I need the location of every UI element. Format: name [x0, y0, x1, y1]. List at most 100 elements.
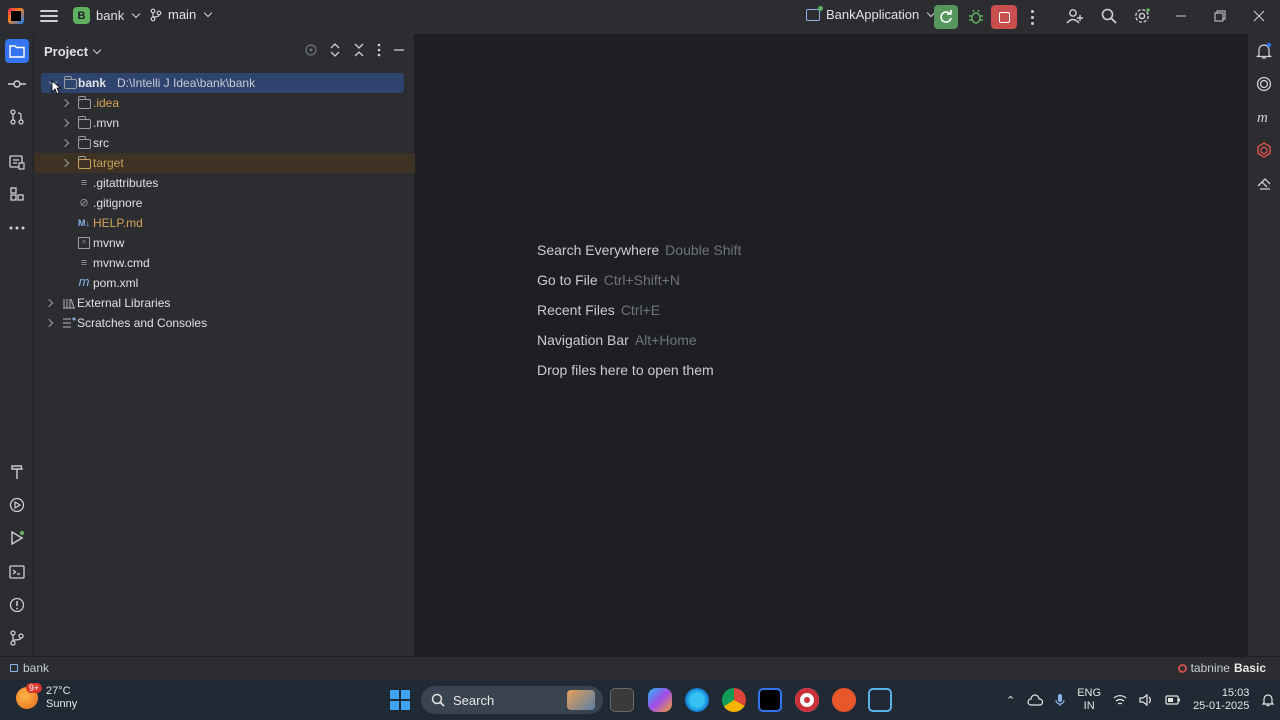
folder-icon [77, 116, 91, 129]
tree-item-mvn[interactable]: .mvn [34, 113, 415, 133]
project-switcher[interactable]: B bank [73, 7, 141, 24]
drawing-app-icon[interactable] [832, 688, 856, 712]
tree-item-pom-xml[interactable]: m pom.xml [34, 273, 415, 293]
tree-item-mvnw[interactable]: > mvnw [34, 233, 415, 253]
collapse-all-icon[interactable] [352, 43, 366, 57]
tree-item-gitattributes[interactable]: ≡ .gitattributes [34, 173, 415, 193]
tabnine-status-widget[interactable]: tabnine Basic [1177, 661, 1266, 675]
markdown-icon: M↓ [78, 218, 90, 228]
tree-item-target[interactable]: target [34, 153, 415, 173]
breadcrumb-label: bank [23, 661, 50, 675]
onedrive-cloud-icon[interactable] [1027, 694, 1044, 706]
more-actions-button[interactable] [1024, 5, 1040, 29]
rerun-button[interactable] [934, 5, 958, 29]
input-language[interactable]: ENG IN [1077, 687, 1101, 713]
project-panel-title[interactable]: Project [44, 44, 88, 59]
pull-requests-tool-button[interactable] [5, 105, 29, 129]
chrome-browser-icon[interactable] [722, 688, 746, 712]
project-tool-button[interactable] [5, 39, 29, 63]
shell-script-icon: > [78, 237, 90, 249]
weather-sun-icon: 9+ [16, 683, 43, 709]
copilot-icon[interactable] [648, 688, 672, 712]
task-view-icon[interactable] [610, 688, 634, 712]
code-with-me-button[interactable] [1066, 7, 1084, 28]
rerun-icon [940, 10, 952, 23]
chevron-right-icon[interactable] [60, 98, 70, 108]
more-tools-button[interactable] [5, 216, 29, 240]
chevron-right-icon[interactable] [60, 138, 70, 148]
branch-switcher[interactable]: main [150, 7, 213, 22]
ai-assistant-icon[interactable] [1256, 76, 1272, 92]
ignore-file-icon: ⊘ [79, 197, 89, 209]
services-tool-button[interactable] [5, 493, 29, 517]
editor-area[interactable]: Search Everywhere Double Shift Go to File… [415, 34, 1247, 656]
wifi-icon[interactable] [1113, 694, 1127, 706]
chevron-right-icon[interactable] [60, 158, 70, 168]
tree-item-gitignore[interactable]: ⊘ .gitignore [34, 193, 415, 213]
text-file-icon: ≡ [80, 257, 88, 269]
tree-item-mvnw-cmd[interactable]: ≡ mvnw.cmd [34, 253, 415, 273]
battery-icon[interactable] [1165, 695, 1181, 705]
stop-button[interactable] [991, 5, 1017, 29]
commit-tool-button[interactable] [5, 72, 29, 96]
intellij-logo-icon[interactable] [8, 8, 24, 24]
run-configuration-selector[interactable]: BankApplication [806, 5, 936, 22]
settings-button[interactable] [1133, 7, 1151, 28]
services-icon [9, 497, 25, 513]
run-tool-button[interactable] [5, 526, 29, 550]
tree-item-scratches[interactable]: Scratches and Consoles [34, 313, 415, 333]
database-icon[interactable] [1256, 176, 1272, 192]
debug-button[interactable] [964, 5, 988, 29]
problems-tool-button[interactable] [5, 593, 29, 617]
close-icon[interactable] [1252, 9, 1266, 23]
gear-icon [1135, 8, 1150, 23]
chevron-right-icon[interactable] [44, 298, 54, 308]
intellij-taskbar-icon[interactable] [758, 688, 782, 712]
tree-item-external-libraries[interactable]: External Libraries [34, 293, 415, 313]
minimize-icon[interactable] [1174, 9, 1188, 23]
git-tool-button[interactable] [5, 626, 29, 650]
chevron-right-icon[interactable] [44, 318, 54, 328]
locate-file-icon[interactable] [304, 43, 318, 57]
build-tool-button[interactable] [5, 460, 29, 484]
structure-tool-button[interactable] [5, 150, 29, 174]
snipping-tool-icon[interactable] [868, 688, 892, 712]
hide-panel-icon[interactable] [392, 43, 406, 57]
notifications-icon[interactable] [1256, 42, 1272, 60]
terminal-tool-button[interactable] [5, 560, 29, 584]
expand-all-icon[interactable] [328, 43, 342, 57]
restore-icon[interactable] [1213, 9, 1227, 23]
search-everywhere-button[interactable] [1100, 7, 1118, 28]
tabnine-icon[interactable] [1256, 142, 1272, 158]
excluded-folder-icon [77, 156, 91, 169]
edge-browser-icon[interactable] [685, 688, 709, 712]
modules-icon [10, 187, 24, 201]
weather-text: 27°C Sunny [46, 685, 77, 711]
options-icon[interactable] [376, 43, 382, 57]
chevron-down-icon[interactable] [92, 45, 102, 54]
opera-browser-icon[interactable] [795, 688, 819, 712]
problems-icon [9, 597, 25, 613]
hammer-icon [11, 465, 23, 479]
search-highlight-icon [567, 690, 595, 710]
tree-item-idea[interactable]: .idea [34, 93, 415, 113]
taskbar-search[interactable]: Search [421, 686, 603, 714]
start-button[interactable] [390, 690, 410, 710]
notification-bell-icon[interactable] [1261, 693, 1275, 707]
weather-widget[interactable]: 9+ 27°C Sunny [16, 683, 77, 711]
tree-item-help-md[interactable]: M↓ HELP.md [34, 213, 415, 233]
chevron-up-icon[interactable]: ⌃ [1006, 694, 1015, 707]
tree-item-bank[interactable]: bank D:\Intelli J Idea\bank\bank [41, 73, 404, 93]
tree-item-src[interactable]: src [34, 133, 415, 153]
svg-text:m: m [1257, 110, 1268, 125]
microphone-icon[interactable] [1055, 693, 1065, 707]
weather-condition: Sunny [46, 698, 78, 710]
maven-icon[interactable]: m [1256, 109, 1272, 125]
chevron-right-icon[interactable] [60, 118, 70, 128]
hint-shortcut: Ctrl+E [620, 302, 661, 318]
volume-icon[interactable] [1139, 694, 1153, 706]
main-menu-icon[interactable] [40, 7, 58, 27]
status-breadcrumb[interactable]: bank [10, 661, 49, 675]
system-clock[interactable]: 15:03 25-01-2025 [1193, 687, 1249, 713]
plugins-tool-button[interactable] [5, 183, 29, 207]
